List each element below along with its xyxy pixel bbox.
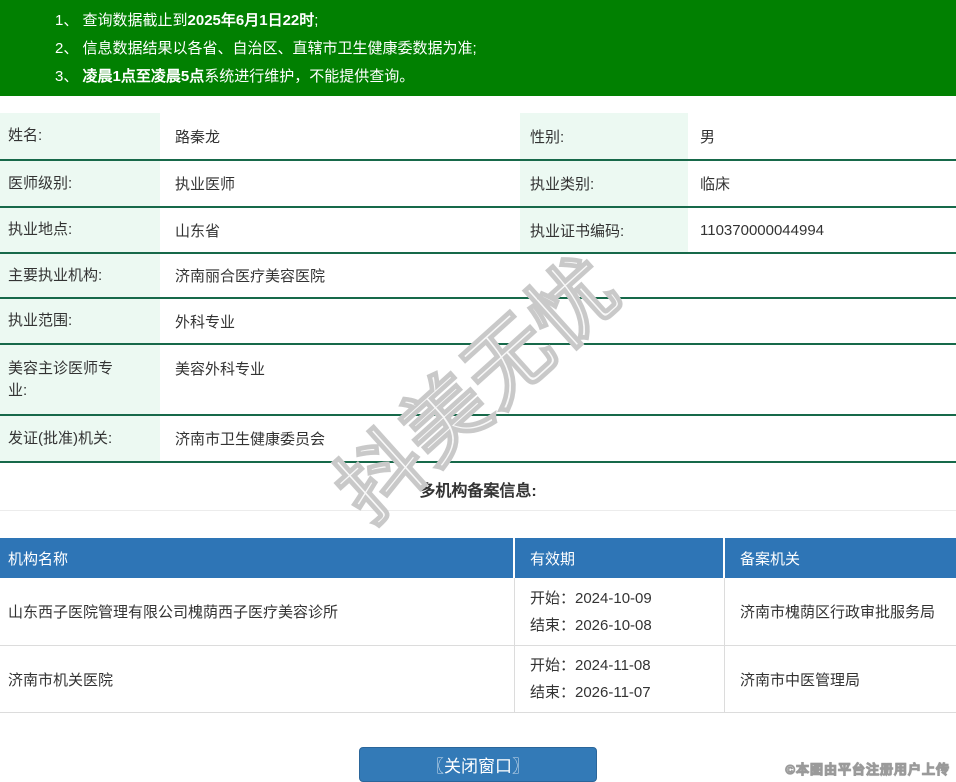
registration-table: 机构名称 有效期 备案机关 山东西子医院管理有限公司槐荫西子医疗美容诊所 开始：… [0,538,956,713]
org-name-cell: 山东西子医院管理有限公司槐荫西子医疗美容诊所 [0,578,515,645]
gender-label: 性别: [520,113,688,159]
period-start: 开始：2024-10-09 [530,585,652,612]
table-row: 济南市机关医院 开始：2024-11-08 结束：2026-11-07 济南市中… [0,646,956,713]
doctor-level-label: 医师级别: [0,161,160,206]
registration-table-header: 机构名称 有效期 备案机关 [0,538,956,578]
upload-copyright-notice: ©本图由平台注册用户上传 [785,759,950,778]
doctor-level-value: 执业医师 [160,173,520,194]
name-label: 姓名: [0,113,160,159]
name-value: 路秦龙 [160,126,520,147]
valid-period-cell: 开始：2024-11-08 结束：2026-11-07 [514,646,724,712]
notice-line-3: 3、 凌晨1点至凌晨5点系统进行维护，不能提供查询。 [55,63,956,91]
table-row: 医师级别: 执业医师 执业类别: 临床 [0,161,956,208]
notice-line-1: 1、 查询数据截止到2025年6月1日22时; [55,7,956,35]
cosmetic-specialty-label: 美容主诊医师专业: [0,345,160,414]
practice-category-label: 执业类别: [520,161,688,206]
table-row: 美容主诊医师专业: 美容外科专业 [0,345,956,416]
table-row: 执业范围: 外科专业 [0,299,956,345]
notice-2-text: 2、 信息数据结果以各省、自治区、直辖市卫生健康委数据为准; [55,40,477,57]
column-header-valid-period: 有效期 [515,538,725,578]
practice-scope-label: 执业范围: [0,299,160,343]
table-row: 主要执业机构: 济南丽合医疗美容医院 [0,254,956,299]
doctor-info-table: 姓名: 路秦龙 性别: 男 医师级别: 执业医师 执业类别: 临床 执业地点: … [0,113,956,463]
period-end: 结束：2026-11-07 [530,679,651,706]
main-institution-label: 主要执业机构: [0,254,160,297]
notice-3-bold: 凌晨1点至凌晨5点 [83,68,205,85]
certificate-number-value: 110370000044994 [688,222,956,239]
gender-value: 男 [688,126,956,147]
period-start: 开始：2024-11-08 [530,652,651,679]
table-row: 姓名: 路秦龙 性别: 男 [0,113,956,161]
notice-line-2: 2、 信息数据结果以各省、自治区、直辖市卫生健康委数据为准; [55,35,956,63]
column-header-filing-authority: 备案机关 [725,538,956,578]
practice-scope-value: 外科专业 [160,311,956,332]
notice-3-text: 3、 [55,68,83,85]
practice-location-value: 山东省 [160,220,520,241]
close-window-button[interactable]: 〖关闭窗口〗 [359,747,597,782]
valid-period-cell: 开始：2024-10-09 结束：2026-10-08 [514,578,724,645]
practice-category-value: 临床 [688,173,956,194]
notice-1-text: 1、 查询数据截止到 [55,12,188,29]
notice-1-tail: ; [314,12,318,29]
issuing-authority-value: 济南市卫生健康委员会 [160,428,956,449]
filing-authority-cell: 济南市中医管理局 [724,646,956,712]
practice-location-label: 执业地点: [0,208,160,252]
filing-authority-cell: 济南市槐荫区行政审批服务局 [724,578,956,645]
notice-1-bold: 2025年6月1日22时 [188,12,315,29]
notice-3-tail: 系统进行维护，不能提供查询。 [204,68,414,85]
column-header-org-name: 机构名称 [0,538,515,578]
period-end: 结束：2026-10-08 [530,612,652,639]
issuing-authority-label: 发证(批准)机关: [0,416,160,461]
cosmetic-specialty-value: 美容外科专业 [160,358,956,379]
certificate-number-label: 执业证书编码: [520,208,688,252]
org-name-cell: 济南市机关医院 [0,646,515,712]
table-row: 执业地点: 山东省 执业证书编码: 110370000044994 [0,208,956,254]
section-divider [0,510,956,511]
main-institution-value: 济南丽合医疗美容医院 [160,265,956,286]
multi-institution-section-title: 多机构备案信息: [0,477,956,497]
notice-banner: 1、 查询数据截止到2025年6月1日22时; 2、 信息数据结果以各省、自治区… [0,0,956,96]
table-row: 发证(批准)机关: 济南市卫生健康委员会 [0,416,956,463]
table-row: 山东西子医院管理有限公司槐荫西子医疗美容诊所 开始：2024-10-09 结束：… [0,578,956,646]
